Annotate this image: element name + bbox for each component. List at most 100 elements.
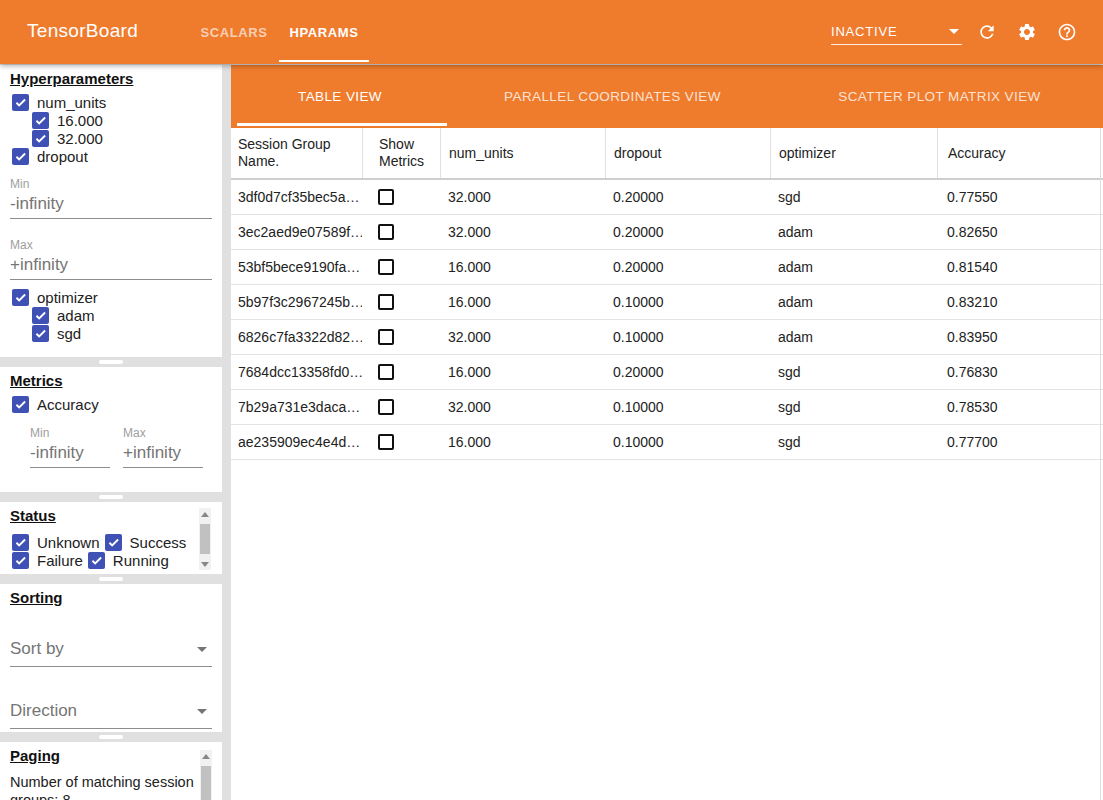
status-scrollbar[interactable] xyxy=(199,508,211,570)
gear-icon xyxy=(1017,22,1037,42)
dropout-cell: 0.20000 xyxy=(605,189,770,205)
reload-status-value: INACTIVE xyxy=(831,24,897,39)
optimizer-cell: sgd xyxy=(770,189,937,205)
chevron-down-icon xyxy=(949,29,959,34)
hparam-max-field: Max +infinity xyxy=(10,239,212,280)
min-input[interactable]: -infinity xyxy=(10,195,212,219)
checkbox-checked-icon xyxy=(32,112,49,129)
section-resize-handle[interactable] xyxy=(0,357,222,367)
show-metrics-checkbox[interactable] xyxy=(378,224,394,240)
refresh-icon xyxy=(977,22,997,42)
checkbox-label: num_units xyxy=(37,94,106,111)
checkbox-dropout[interactable]: dropout xyxy=(12,147,212,165)
optimizer-cell: adam xyxy=(770,294,937,310)
chevron-down-icon xyxy=(197,709,207,714)
checkbox-success[interactable]: Success xyxy=(105,533,187,551)
show-metrics-checkbox[interactable] xyxy=(378,434,394,450)
show-metrics-checkbox[interactable] xyxy=(378,189,394,205)
max-label: Max xyxy=(10,239,212,252)
scrollbar-thumb[interactable] xyxy=(200,524,210,554)
section-resize-handle[interactable] xyxy=(0,732,222,742)
show-metrics-checkbox[interactable] xyxy=(378,294,394,310)
paging-section: Paging Number of matching session groups… xyxy=(0,742,222,800)
checkbox-checked-icon xyxy=(12,552,29,569)
tab-scalars[interactable]: SCALARS xyxy=(189,0,279,64)
accuracy-cell: 0.81540 xyxy=(937,259,1103,275)
show-metrics-checkbox[interactable] xyxy=(378,329,394,345)
min-label: Min xyxy=(10,178,212,191)
sort-by-select[interactable]: Sort by xyxy=(10,639,212,667)
show-metrics-checkbox[interactable] xyxy=(378,364,394,380)
column-header-num-units[interactable]: num_units xyxy=(440,128,605,178)
table-row: 7684dcc13358fd0… 16.000 0.20000 sgd 0.76… xyxy=(231,355,1103,390)
num-units-cell: 32.000 xyxy=(440,399,605,415)
accuracy-cell: 0.78530 xyxy=(937,399,1103,415)
column-header-show-metrics[interactable]: Show Metrics xyxy=(362,128,440,178)
paging-scrollbar[interactable] xyxy=(200,750,212,800)
hyperparameters-heading: Hyperparameters xyxy=(10,70,212,88)
table-row: 53bf5bece9190fa… 16.000 0.20000 adam 0.8… xyxy=(231,250,1103,285)
tab-hparams[interactable]: HPARAMS xyxy=(279,0,369,64)
matching-groups-text: Number of matching session groups: 8 xyxy=(10,773,198,800)
scrollbar-thumb[interactable] xyxy=(201,766,211,800)
scroll-down-icon[interactable] xyxy=(199,558,211,570)
checkbox-label: 32.000 xyxy=(57,130,103,147)
checkbox-label: 16.000 xyxy=(57,112,103,129)
num-units-cell: 32.000 xyxy=(440,224,605,240)
checkbox-label: sgd xyxy=(57,325,81,342)
settings-button[interactable] xyxy=(1017,22,1037,42)
column-header-session-group-name[interactable]: Session Group Name. xyxy=(231,128,362,178)
tab-table-view[interactable]: TABLE VIEW xyxy=(231,65,449,128)
session-group-name: ae235909ec4e4d… xyxy=(231,434,362,450)
checkbox-running[interactable]: Running xyxy=(88,551,169,569)
checkbox-32[interactable]: 32.000 xyxy=(32,129,212,147)
tab-parallel-coordinates-view[interactable]: PARALLEL COORDINATES VIEW xyxy=(449,65,776,128)
checkbox-optimizer[interactable]: optimizer xyxy=(12,288,212,306)
checkbox-num-units[interactable]: num_units xyxy=(12,93,212,111)
checkbox-label: optimizer xyxy=(37,289,98,306)
column-header-optimizer[interactable]: optimizer xyxy=(770,128,937,178)
column-header-accuracy[interactable]: Accuracy xyxy=(937,128,1103,178)
session-group-name: 5b97f3c2967245b… xyxy=(231,294,362,310)
accuracy-cell: 0.83210 xyxy=(937,294,1103,310)
show-metrics-checkbox[interactable] xyxy=(378,399,394,415)
help-button[interactable] xyxy=(1057,22,1077,42)
scroll-up-icon[interactable] xyxy=(200,750,212,762)
checkbox-failure[interactable]: Failure xyxy=(12,551,83,569)
checkbox-adam[interactable]: adam xyxy=(32,306,212,324)
hyperparameters-section: Hyperparameters num_units 16.000 32.000 … xyxy=(0,65,222,357)
accuracy-cell: 0.76830 xyxy=(937,364,1103,380)
checkbox-checked-icon xyxy=(32,325,49,342)
refresh-button[interactable] xyxy=(977,22,997,42)
tab-scatter-plot-matrix-view[interactable]: SCATTER PLOT MATRIX VIEW xyxy=(776,65,1103,128)
min-input[interactable]: -infinity xyxy=(30,444,110,468)
optimizer-cell: adam xyxy=(770,224,937,240)
column-header-dropout[interactable]: dropout xyxy=(605,128,770,178)
metrics-section: Metrics Accuracy Min -infinity Max +infi… xyxy=(0,367,222,492)
accuracy-cell: 0.77550 xyxy=(937,189,1103,205)
direction-select[interactable]: Direction xyxy=(10,701,212,729)
checkbox-accuracy[interactable]: Accuracy xyxy=(12,395,212,413)
metric-max-field: Max +infinity xyxy=(123,427,203,468)
scroll-up-icon[interactable] xyxy=(199,508,211,520)
checkbox-16[interactable]: 16.000 xyxy=(32,111,212,129)
direction-value: Direction xyxy=(10,701,77,721)
show-metrics-checkbox[interactable] xyxy=(378,259,394,275)
checkbox-sgd[interactable]: sgd xyxy=(32,324,212,342)
section-resize-handle[interactable] xyxy=(0,492,222,502)
max-input[interactable]: +infinity xyxy=(10,256,212,280)
metric-min-field: Min -infinity xyxy=(30,427,110,468)
checkbox-label: dropout xyxy=(37,148,88,165)
help-icon xyxy=(1057,22,1077,42)
num-units-cell: 16.000 xyxy=(440,294,605,310)
checkbox-label: Failure xyxy=(37,552,83,569)
max-input[interactable]: +infinity xyxy=(123,444,203,468)
session-group-name: 7684dcc13358fd0… xyxy=(231,364,362,380)
checkbox-checked-icon xyxy=(12,148,29,165)
reload-status-select[interactable]: INACTIVE xyxy=(831,19,962,45)
section-resize-handle[interactable] xyxy=(0,574,222,584)
app-toolbar: TensorBoard SCALARS HPARAMS INACTIVE xyxy=(0,0,1103,64)
hparams-main: TABLE VIEW PARALLEL COORDINATES VIEW SCA… xyxy=(231,65,1103,800)
checkbox-unknown[interactable]: Unknown xyxy=(12,533,100,551)
dropout-cell: 0.20000 xyxy=(605,224,770,240)
